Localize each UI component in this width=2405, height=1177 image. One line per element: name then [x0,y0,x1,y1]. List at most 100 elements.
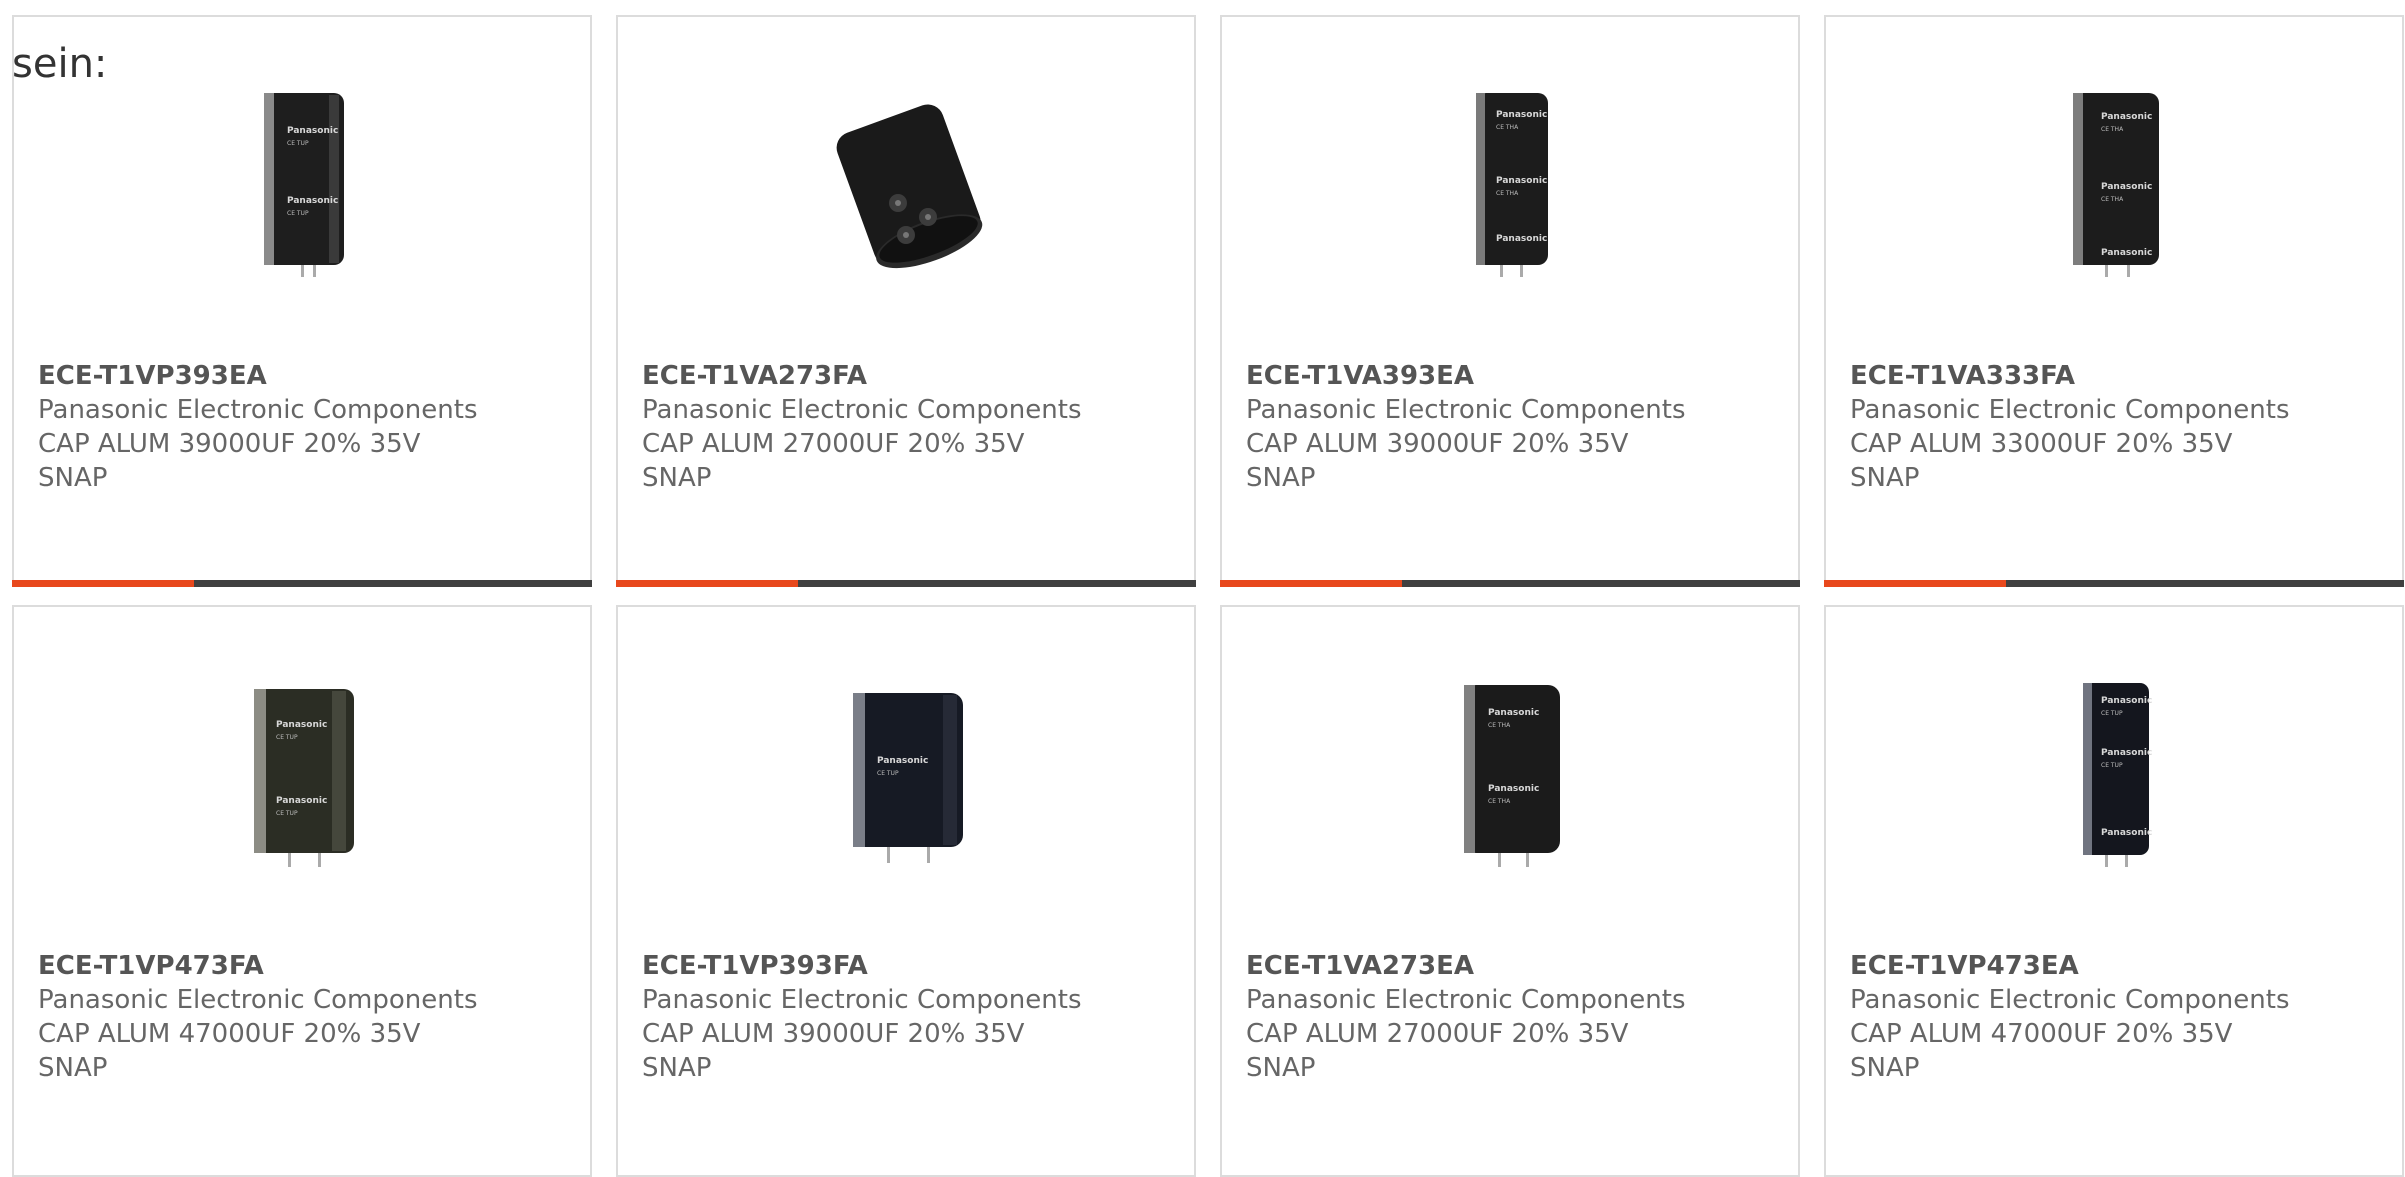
manufacturer: Panasonic Electronic Components [38,985,478,1015]
description-cont: SNAP [1850,463,1920,493]
part-number[interactable]: ECE-T1VP393EA [38,359,558,393]
product-card[interactable]: Panasonic CE TUP Panasonic CE TUP ECE-T1… [12,605,592,1177]
image-brand-text: Panasonic [287,196,338,206]
description-cont: SNAP [1850,1053,1920,1083]
manufacturer: Panasonic Electronic Components [642,985,1082,1015]
card-footer-bar [1220,580,1800,587]
product-card[interactable]: Panasonic CE TUP ECE-T1VP393FA Panasonic… [616,605,1196,1177]
image-series-text: CE THA [2101,196,2124,203]
description-cont: SNAP [38,1053,108,1083]
card-accent-bar [12,580,194,587]
description-cont: SNAP [642,463,712,493]
image-brand-text: Panasonic [276,720,327,730]
image-series-text: CE THA [1488,798,1511,805]
image-brand-text: Panasonic [2101,112,2152,122]
part-number[interactable]: ECE-T1VP473FA [38,949,558,983]
image-brand-text: Panasonic [2101,828,2152,838]
image-brand-text: Panasonic [1488,784,1539,794]
image-series-text: CE THA [1496,190,1519,197]
capacitor-upright-icon: Panasonic CE TUP Panasonic CE TUP [254,689,354,867]
image-brand-text: Panasonic [2101,696,2152,706]
product-image[interactable]: Panasonic CE THA Panasonic CE THA [1414,675,1610,871]
product-image[interactable]: Panasonic CE THA Panasonic CE THA Panaso… [1414,85,1610,281]
manufacturer: Panasonic Electronic Components [642,395,1082,425]
product-info: ECE-T1VA273FA Panasonic Electronic Compo… [642,359,1162,495]
image-brand-text: Panasonic [1496,234,1547,244]
description: CAP ALUM 33000UF 20% 35V [1850,429,2233,459]
description-cont: SNAP [1246,1053,1316,1083]
image-series-text: CE TUP [2101,710,2123,717]
product-card[interactable]: Panasonic CE THA Panasonic CE THA Panaso… [1824,15,2404,587]
image-series-text: CE TUP [287,140,309,147]
product-image[interactable]: Panasonic CE TUP Panasonic CE TUP Panaso… [2018,675,2214,871]
card-accent-bar [616,580,798,587]
image-series-text: CE TUP [287,210,309,217]
capacitor-upright-icon: Panasonic CE TUP [853,693,963,863]
product-info: ECE-T1VA273EA Panasonic Electronic Compo… [1246,949,1766,1085]
description: CAP ALUM 27000UF 20% 35V [642,429,1025,459]
description: CAP ALUM 47000UF 20% 35V [38,1019,421,1049]
description-cont: SNAP [1246,463,1316,493]
card-footer-bar [12,580,592,587]
image-brand-text: Panasonic [1496,110,1547,120]
product-image[interactable]: Panasonic CE THA Panasonic CE THA Panaso… [2018,85,2214,281]
image-brand-text: Panasonic [2101,182,2152,192]
part-number[interactable]: ECE-T1VA393EA [1246,359,1766,393]
image-series-text: CE THA [1488,722,1511,729]
description: CAP ALUM 39000UF 20% 35V [38,429,421,459]
product-image[interactable]: Panasonic CE TUP [810,675,1006,871]
part-number[interactable]: ECE-T1VA273EA [1246,949,1766,983]
capacitor-upright-icon: Panasonic CE THA Panasonic CE THA Panaso… [1476,93,1548,277]
part-number[interactable]: ECE-T1VP393FA [642,949,1162,983]
image-series-text: CE THA [1496,124,1519,131]
image-series-text: CE TUP [2101,762,2123,769]
manufacturer: Panasonic Electronic Components [1246,985,1686,1015]
capacitor-upright-icon: Panasonic CE THA Panasonic CE THA [1464,685,1560,867]
manufacturer: Panasonic Electronic Components [1850,985,2290,1015]
card-accent-bar [1824,580,2006,587]
image-brand-text: Panasonic [287,126,338,136]
capacitor-tilted-icon [836,104,983,269]
product-card[interactable]: Panasonic CE TUP Panasonic CE TUP Panaso… [1824,605,2404,1177]
description: CAP ALUM 27000UF 20% 35V [1246,1019,1629,1049]
product-card[interactable]: Panasonic CE TUP Panasonic CE TUP ECE-T1… [12,15,592,587]
part-number[interactable]: ECE-T1VA273FA [642,359,1162,393]
product-info: ECE-T1VP473EA Panasonic Electronic Compo… [1850,949,2370,1085]
image-brand-text: Panasonic [877,756,928,766]
image-brand-text: Panasonic [2101,248,2152,258]
capacitor-upright-icon: Panasonic CE THA Panasonic CE THA Panaso… [2073,93,2159,277]
product-card[interactable]: ECE-T1VA273FA Panasonic Electronic Compo… [616,15,1196,587]
product-info: ECE-T1VA333FA Panasonic Electronic Compo… [1850,359,2370,495]
product-info: ECE-T1VP393EA Panasonic Electronic Compo… [38,359,558,495]
image-series-text: CE TUP [877,770,899,777]
image-brand-text: Panasonic [276,796,327,806]
product-image[interactable]: Panasonic CE TUP Panasonic CE TUP [206,675,402,871]
product-grid: Panasonic CE TUP Panasonic CE TUP ECE-T1… [12,15,2404,1177]
product-info: ECE-T1VP473FA Panasonic Electronic Compo… [38,949,558,1085]
manufacturer: Panasonic Electronic Components [38,395,478,425]
part-number[interactable]: ECE-T1VP473EA [1850,949,2370,983]
card-footer-bar [616,580,1196,587]
card-footer-bar [1824,580,2404,587]
capacitor-upright-icon: Panasonic CE TUP Panasonic CE TUP Panaso… [2083,683,2152,867]
manufacturer: Panasonic Electronic Components [1850,395,2290,425]
product-card[interactable]: Panasonic CE THA Panasonic CE THA ECE-T1… [1220,605,1800,1177]
description-cont: SNAP [38,463,108,493]
capacitor-upright-icon: Panasonic CE TUP Panasonic CE TUP [264,93,344,277]
description: CAP ALUM 39000UF 20% 35V [642,1019,1025,1049]
part-number[interactable]: ECE-T1VA333FA [1850,359,2370,393]
image-brand-text: Panasonic [2101,748,2152,758]
image-brand-text: Panasonic [1488,708,1539,718]
product-info: ECE-T1VA393EA Panasonic Electronic Compo… [1246,359,1766,495]
product-image[interactable]: Panasonic CE TUP Panasonic CE TUP [206,85,402,281]
intro-text: sein: [12,41,108,87]
product-info: ECE-T1VP393FA Panasonic Electronic Compo… [642,949,1162,1085]
description-cont: SNAP [642,1053,712,1083]
product-card[interactable]: Panasonic CE THA Panasonic CE THA Panaso… [1220,15,1800,587]
image-series-text: CE TUP [276,810,298,817]
image-series-text: CE THA [2101,126,2124,133]
card-accent-bar [1220,580,1402,587]
image-series-text: CE TUP [276,734,298,741]
description: CAP ALUM 47000UF 20% 35V [1850,1019,2233,1049]
product-image[interactable] [810,85,1006,281]
